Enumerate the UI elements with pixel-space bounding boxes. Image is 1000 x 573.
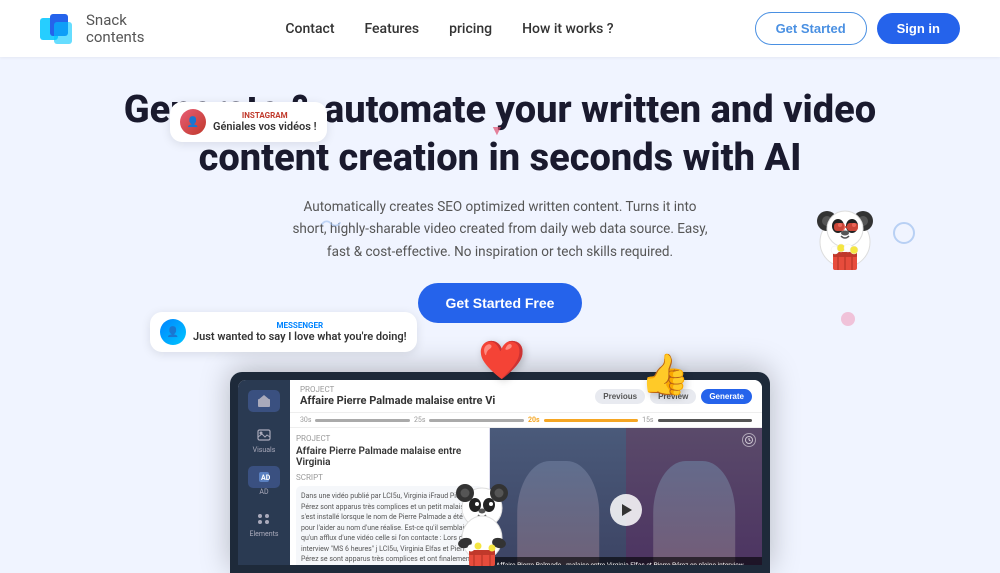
dot-pink-decoration (841, 312, 855, 326)
messenger-platform-label: MESSENGER (193, 321, 407, 330)
instagram-avatar: 👤 (180, 109, 206, 135)
project-sub-label: Project (296, 434, 483, 443)
previous-button[interactable]: Previous (595, 389, 645, 404)
hero-section: 👤 INSTAGRAM Géniales vos vidéos ! ▼ Gene… (0, 57, 1000, 323)
dashboard-content: Project Affaire Pierre Palmade malaise e… (290, 428, 762, 565)
timeline-mid-3: 15s (642, 416, 653, 424)
nav-contact[interactable]: Contact (285, 21, 334, 37)
instagram-message: Géniales vos vidéos ! (213, 120, 317, 133)
project-label: Project (300, 385, 495, 394)
video-panel: Affaire Pierre Palmade - malaise entre V… (490, 428, 762, 565)
messenger-message: Just wanted to say I love what you're do… (193, 330, 407, 343)
timeline-mid-2: 20s (528, 416, 540, 424)
nav-how-it-works[interactable]: How it works ? (522, 21, 614, 37)
sidebar-visuals-icon[interactable] (248, 424, 280, 446)
logo: Snack contents (40, 12, 144, 45)
logo-icon (40, 14, 76, 44)
timeline-mid-1: 25s (414, 416, 425, 424)
instagram-platform-label: INSTAGRAM (213, 111, 317, 120)
nav-actions: Get Started Sign in (755, 12, 960, 45)
sidebar-visuals-label: Visuals (248, 446, 280, 454)
video-caption: Affaire Pierre Palmade - malaise entre V… (490, 557, 762, 565)
panda-bottom-decoration (445, 478, 520, 568)
silhouette-2 (653, 461, 735, 565)
sidebar-elements-icon[interactable] (248, 508, 280, 530)
silhouette-1 (517, 461, 599, 565)
heart-blue-icon: 👍 (640, 351, 690, 398)
messenger-avatar: 👤 (160, 319, 186, 345)
sidebar-elements-label: Elements (248, 530, 280, 538)
sidebar-home-icon (248, 390, 280, 412)
clock-icon (742, 433, 756, 447)
dashboard-main: Project Affaire Pierre Palmade malaise e… (290, 380, 762, 565)
hero-cta-button[interactable]: Get Started Free (418, 283, 583, 323)
play-button[interactable] (610, 494, 642, 526)
dashboard-preview: ❤️ 👍 (230, 372, 770, 573)
navbar: Snack contents Contact Features pricing … (0, 0, 1000, 57)
dashboard-sidebar: Visuals AD AD Elements (238, 380, 290, 565)
dot-blue-decoration (893, 222, 915, 244)
hero-description: Automatically creates SEO optimized writ… (290, 196, 710, 263)
timeline-seg-4 (658, 419, 752, 422)
timeline-seg-2 (429, 419, 523, 422)
dashboard-topbar: Project Affaire Pierre Palmade malaise e… (290, 380, 762, 413)
generate-button[interactable]: Generate (701, 389, 752, 404)
arrow-decoration: ▼ (490, 122, 504, 139)
sign-in-button[interactable]: Sign in (877, 13, 960, 44)
nav-features[interactable]: Features (364, 21, 419, 37)
timeline-label: 30s (300, 416, 311, 424)
timeline-seg-3 (544, 419, 638, 422)
sidebar-ad-icon[interactable]: AD (248, 466, 280, 488)
nav-links: Contact Features pricing How it works ? (285, 21, 613, 37)
timeline-bar: 30s 25s 20s 15s (290, 413, 762, 428)
instagram-badge: 👤 INSTAGRAM Géniales vos vidéos ! (170, 102, 327, 142)
project-title: Affaire Pierre Palmade malaise entre Vi (300, 394, 495, 407)
nav-pricing[interactable]: pricing (449, 21, 492, 37)
panda-decoration (805, 197, 885, 277)
heart-red-icon: ❤️ (478, 339, 525, 383)
project-sub-title: Affaire Pierre Palmade malaise entre Vir… (296, 446, 483, 468)
timeline-seg-1 (315, 419, 409, 422)
sidebar-ad-label: AD (248, 488, 280, 496)
get-started-button[interactable]: Get Started (755, 12, 867, 45)
zigzag-decoration: 〜 (320, 207, 342, 239)
brand-name: Snack contents (86, 12, 144, 45)
messenger-badge: 👤 MESSENGER Just wanted to say I love wh… (150, 312, 417, 352)
person-block-2 (626, 428, 762, 565)
svg-text:AD: AD (261, 474, 270, 482)
